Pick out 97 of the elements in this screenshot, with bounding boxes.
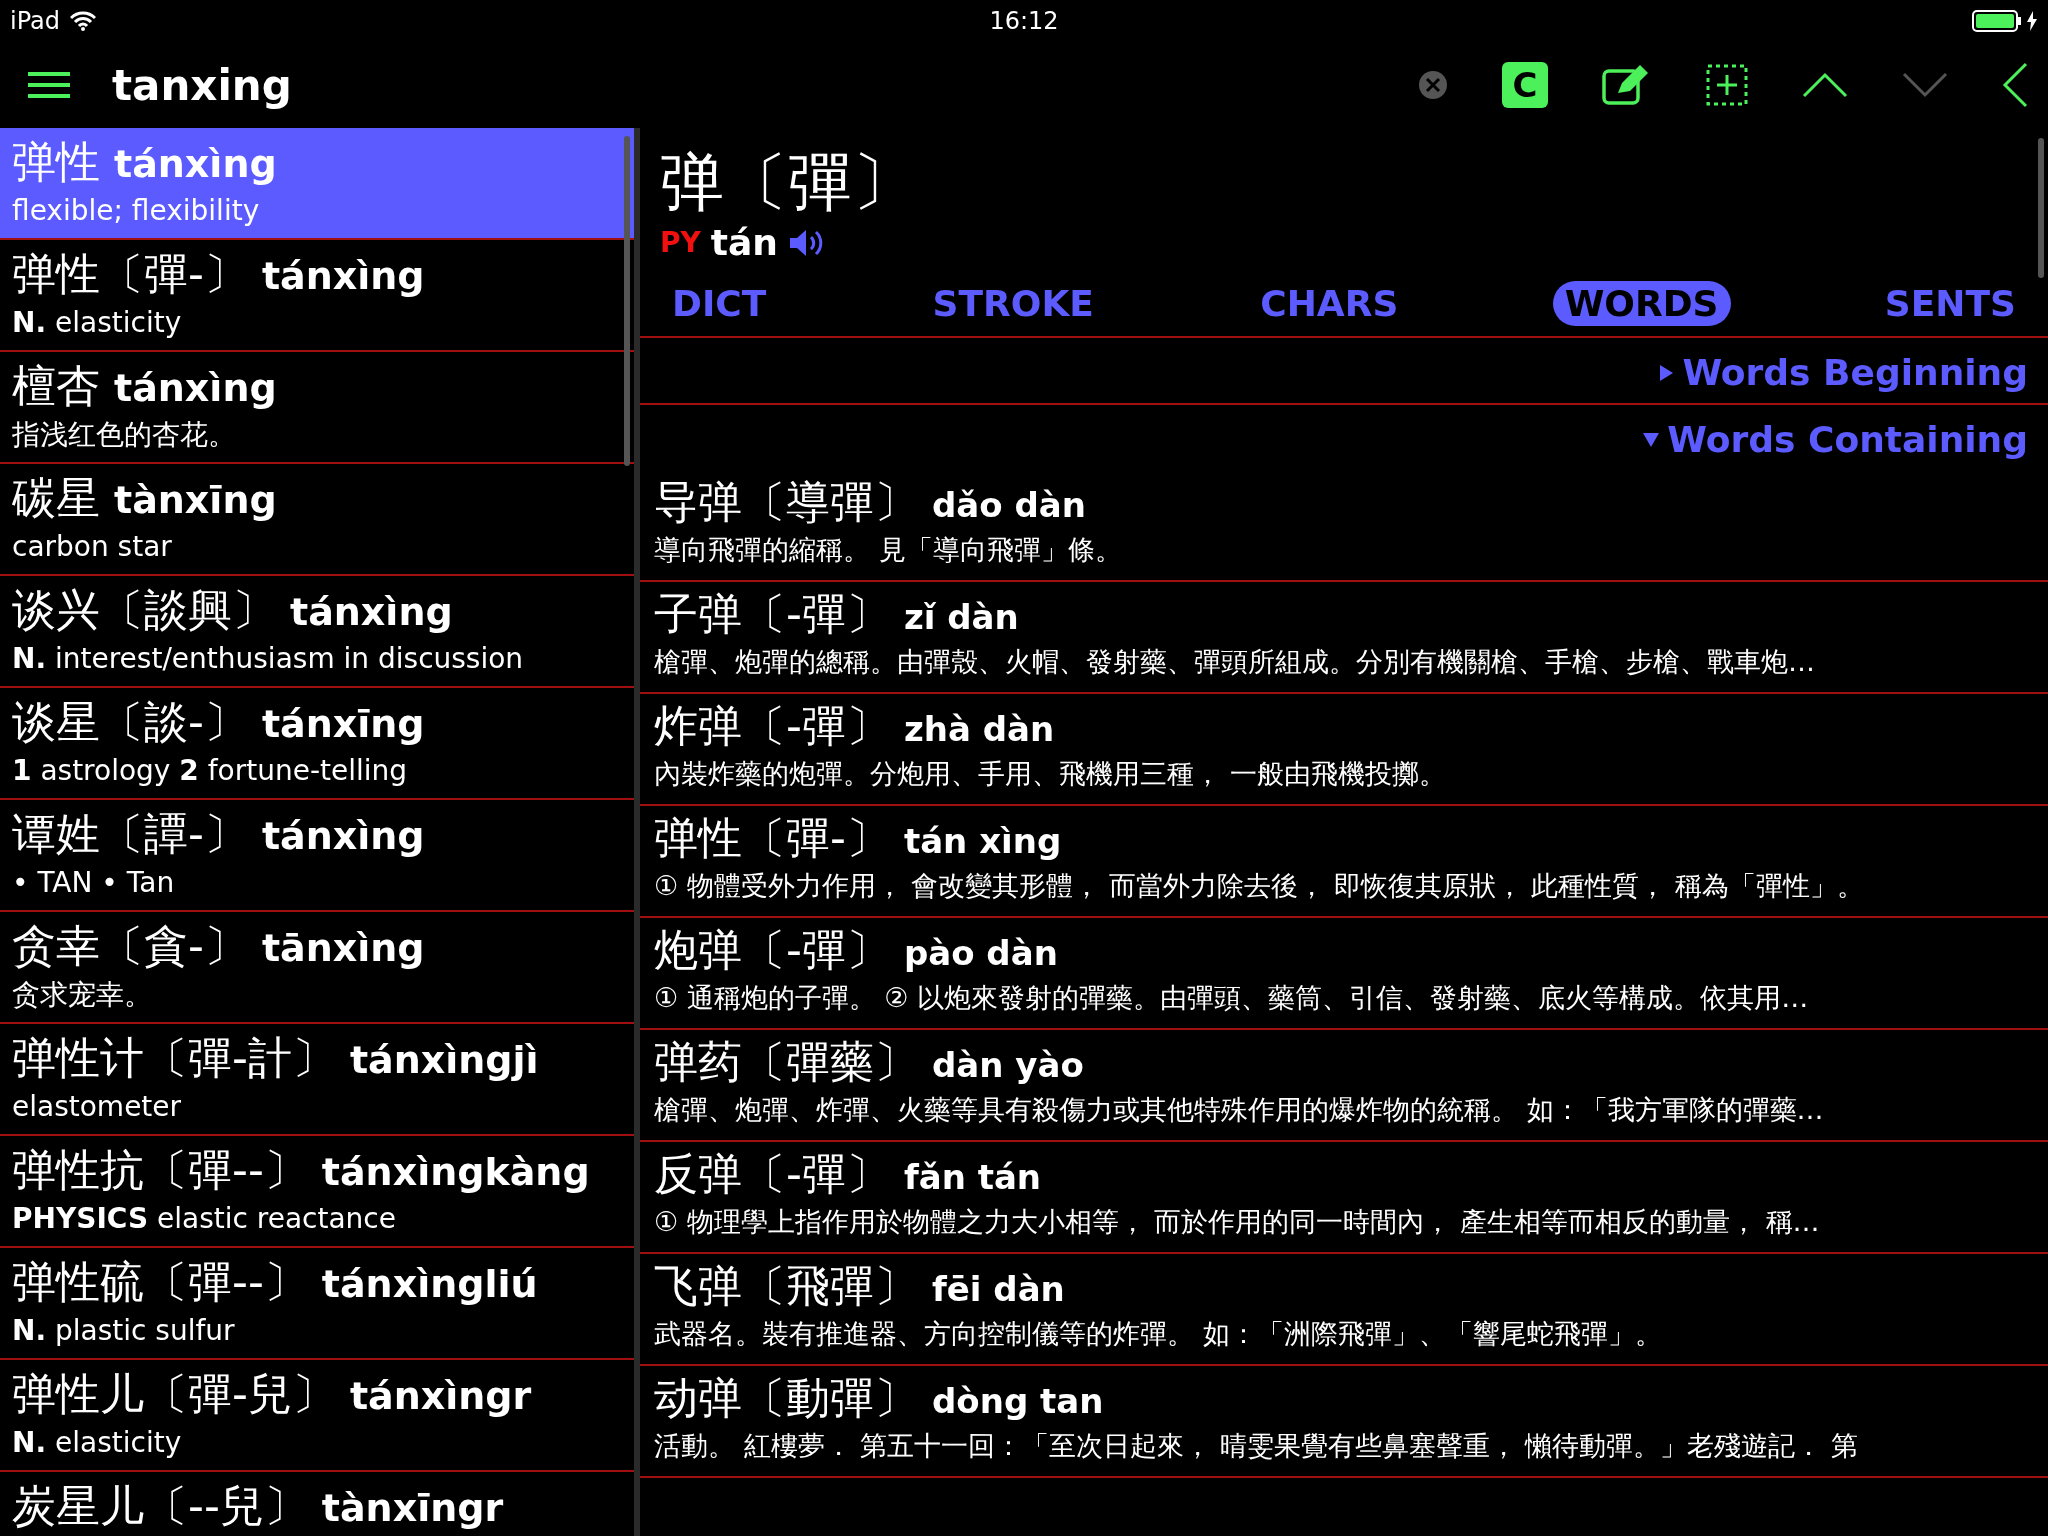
word-definition: ① 通稱炮的子彈。 ② 以炮來發射的彈藥。由彈頭、藥筒、引信、發射藥、底火等構成。依其用… bbox=[654, 981, 1810, 1015]
definition: N. elasticity bbox=[12, 305, 183, 341]
word-headword: 动弹〔動彈〕 bbox=[654, 1371, 918, 1425]
tab[interactable]: CHARS bbox=[1248, 281, 1411, 326]
pinyin: tánxìng bbox=[114, 366, 277, 410]
definition: 指浅红色的杏花。 bbox=[12, 417, 237, 453]
word-definition: 導向飛彈的縮稱。 見「導向飛彈」條。 bbox=[654, 533, 1123, 567]
pinyin: tànxīng bbox=[114, 478, 277, 522]
pinyin: tánxìng bbox=[261, 814, 425, 858]
result-row[interactable]: 弹性 tánxìng flexible; flexibility bbox=[0, 128, 634, 240]
word-pinyin: fēi dàn bbox=[932, 1269, 1065, 1309]
definition: N. plastic sulfur bbox=[12, 1313, 236, 1349]
headword: 谈星〔談-〕 bbox=[12, 695, 248, 749]
headword: 弹性硫〔彈--〕 bbox=[12, 1255, 308, 1309]
pinyin: tánxīng bbox=[261, 702, 425, 746]
speaker-icon[interactable] bbox=[787, 227, 824, 258]
headword: 弹性 bbox=[12, 135, 100, 189]
headword: 谭姓〔譚-〕 bbox=[12, 807, 248, 861]
word-definition: ① 物體受外力作用， 會改變其形體， 而當外力除去後， 即恢復其原狀， 此種性質， 稱為「彈性」。 bbox=[654, 869, 1865, 903]
definition: 贪求宠幸。 bbox=[12, 977, 153, 1013]
word-pinyin: fǎn tán bbox=[903, 1157, 1042, 1197]
word-pinyin: tán xìng bbox=[903, 821, 1062, 861]
word-definition: 武器名。裝有推進器、方向控制儀等的炸彈。 如：「洲際飛彈」、「響尾蛇飛彈」。 bbox=[654, 1317, 1663, 1351]
tab[interactable]: DICT bbox=[660, 281, 779, 326]
back-icon bbox=[2002, 62, 2028, 108]
device-name: iPad bbox=[10, 7, 60, 35]
word-headword: 子弹〔-彈〕 bbox=[654, 587, 890, 641]
section-header[interactable]: Words Beginning bbox=[640, 338, 2048, 405]
definition: flexible; flexibility bbox=[12, 193, 261, 229]
pinyin: tànxīngr bbox=[321, 1486, 504, 1530]
word-pinyin: dǎo dàn bbox=[932, 485, 1086, 525]
headword: 碳星 bbox=[12, 471, 100, 525]
word-definition: 內裝炸藥的炮彈。分炮用、手用、飛機用三種， 一般由飛機投擲。 bbox=[654, 757, 1447, 791]
word-pinyin: zǐ dàn bbox=[903, 597, 1019, 637]
definition: N. elasticity bbox=[12, 1425, 183, 1461]
pinyin: tánxìng bbox=[261, 254, 425, 298]
headword: 檀杏 bbox=[12, 359, 100, 413]
word-definition: 活動。 紅樓夢． 第五十一回：「至次日起來， 晴雯果覺有些鼻塞聲重， 懶待動彈。」老殘遊記． 第 bbox=[654, 1429, 1859, 1463]
pinyin: tánxìng bbox=[290, 590, 453, 634]
pinyin: tānxìng bbox=[261, 926, 425, 970]
definition: N. interest/enthusiasm in discussion bbox=[12, 641, 525, 677]
headword: 谈兴〔談興〕 bbox=[12, 583, 276, 637]
charging-icon bbox=[2026, 11, 2038, 31]
add-selection-button[interactable] bbox=[1706, 64, 1748, 106]
definition: PHYSICS elastic reactance bbox=[12, 1201, 397, 1237]
pinyin: tánxìngjì bbox=[349, 1038, 539, 1082]
status-time: 16:12 bbox=[989, 7, 1059, 35]
pinyin: tánxìng bbox=[114, 142, 277, 186]
word-headword: 飞弹〔飛彈〕 bbox=[654, 1259, 918, 1313]
headword: 炭星儿〔--兒〕 bbox=[12, 1479, 308, 1533]
tab[interactable]: WORDS bbox=[1552, 281, 1731, 326]
definition: • TAN • Tan bbox=[12, 865, 176, 901]
word-definition: 槍彈、炮彈的總稱。由彈殼、火帽、發射藥、彈頭所組成。分別有機關槍、手槍、步槍、戰車炮… bbox=[654, 645, 1816, 679]
entry-pinyin: tán bbox=[710, 222, 778, 263]
triangle-right-icon bbox=[1658, 363, 1675, 382]
word-definition: ① 物理學上指作用於物體之力大小相等， 而於作用的同一時間內， 產生相等而相反的動量， 稱… bbox=[654, 1205, 1821, 1239]
c-button[interactable]: C bbox=[1502, 62, 1548, 108]
word-headword: 导弹〔導彈〕 bbox=[654, 475, 918, 529]
definition: elastometer bbox=[12, 1089, 183, 1125]
battery-icon bbox=[1972, 10, 2022, 32]
back-button[interactable] bbox=[2002, 62, 2028, 108]
close-icon bbox=[1418, 70, 1448, 100]
word-definition: 槍彈、炮彈、炸彈、火藥等具有殺傷力或其他特殊作用的爆炸物的統稱。 如：「我方軍隊的彈藥… bbox=[654, 1093, 1825, 1127]
word-headword: 炮弹〔-彈〕 bbox=[654, 923, 890, 977]
chevron-up-icon bbox=[1802, 70, 1848, 100]
previous-button[interactable] bbox=[1802, 70, 1848, 100]
word-pinyin: dòng tan bbox=[932, 1381, 1104, 1421]
section-header[interactable]: Words Containing bbox=[640, 405, 2048, 470]
tab[interactable]: SENTS bbox=[1872, 281, 2028, 326]
word-pinyin: zhà dàn bbox=[903, 709, 1055, 749]
pinyin-label: PY bbox=[660, 226, 701, 259]
dashed-plus-icon bbox=[1706, 64, 1748, 106]
search-field[interactable]: tanxing bbox=[110, 59, 530, 111]
word-pinyin: dàn yào bbox=[932, 1045, 1084, 1085]
triangle-down-icon bbox=[1643, 430, 1660, 449]
definition: 1 astrology 2 fortune-telling bbox=[12, 753, 409, 789]
definition: carbon star bbox=[12, 529, 173, 565]
headword: 弹性〔彈-〕 bbox=[12, 247, 248, 301]
wifi-icon bbox=[70, 11, 96, 31]
tab[interactable]: STROKE bbox=[920, 281, 1106, 326]
word-headword: 弹性〔彈-〕 bbox=[654, 811, 890, 865]
pinyin: tánxìngkàng bbox=[321, 1150, 590, 1194]
pinyin: tánxìngr bbox=[349, 1374, 532, 1418]
menu-button[interactable] bbox=[28, 71, 70, 99]
word-headword: 弹药〔彈藥〕 bbox=[654, 1035, 918, 1089]
pinyin: tánxìngliú bbox=[321, 1262, 538, 1306]
word-headword: 炸弹〔-彈〕 bbox=[654, 699, 890, 753]
word-headword: 反弹〔-彈〕 bbox=[654, 1147, 890, 1201]
word-pinyin: pào dàn bbox=[903, 933, 1058, 973]
entry-headword: 弹〔彈〕 bbox=[660, 144, 917, 221]
headword: 弹性抗〔彈--〕 bbox=[12, 1143, 308, 1197]
headword: 弹性儿〔彈-兒〕 bbox=[12, 1367, 336, 1421]
clear-button[interactable] bbox=[1418, 70, 1448, 100]
headword: 贪幸〔貪-〕 bbox=[12, 919, 248, 973]
chevron-down-icon bbox=[1902, 70, 1948, 100]
menu-icon bbox=[28, 71, 70, 99]
headword: 弹性计〔彈-計〕 bbox=[12, 1031, 336, 1085]
